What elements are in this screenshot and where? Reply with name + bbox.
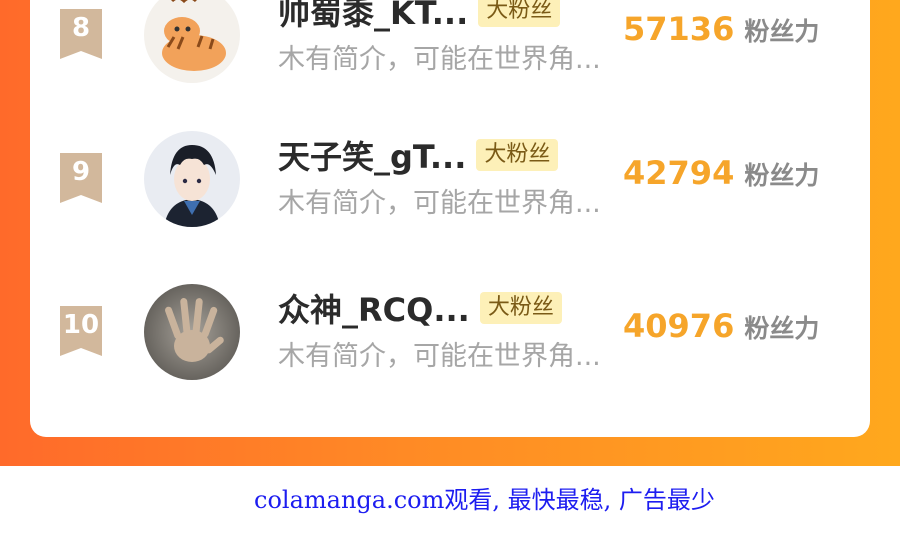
score-unit: 粉丝力 — [744, 17, 820, 46]
hand-photo-avatar-icon — [144, 284, 240, 380]
score-value: 40976 — [623, 307, 735, 345]
score-value: 42794 — [623, 154, 735, 192]
avatar[interactable] — [144, 284, 240, 380]
cartoon-tiger-avatar-icon — [144, 0, 240, 83]
rank-badge: 9 — [60, 153, 102, 203]
user-intro: 木有简介，可能在世界角... — [278, 188, 601, 219]
leaderboard-row[interactable]: 10 众神_RCQ... 大粉丝 木有简介，可能在世界角... 40976 粉丝… — [30, 281, 870, 381]
user-intro: 木有简介，可能在世界角... — [278, 44, 601, 75]
name-line: 众神_RCQ... 大粉丝 — [278, 285, 562, 331]
rank-number: 10 — [62, 310, 100, 340]
avatar[interactable] — [144, 131, 240, 227]
score-value: 57136 — [623, 10, 735, 48]
fan-level-badge: 大粉丝 — [478, 0, 561, 27]
watermark-text: colamanga.com观看, 最快最稳, 广告最少 — [254, 486, 715, 514]
score-unit: 粉丝力 — [744, 314, 820, 343]
user-name[interactable]: 天子笑_gT... — [278, 132, 466, 178]
fan-score: 40976 粉丝力 — [623, 307, 819, 345]
name-line: 天子笑_gT... 大粉丝 — [278, 132, 559, 178]
user-name[interactable]: 帅蜀黍_KT... — [278, 0, 468, 34]
user-name[interactable]: 众神_RCQ... — [278, 285, 470, 331]
rank-badge: 8 — [60, 9, 102, 59]
user-intro: 木有简介，可能在世界角... — [278, 341, 601, 372]
leaderboard-row[interactable]: 9 天子笑_gT... 大粉丝 木有简介，可能在世界角... 42794 粉丝力 — [30, 128, 870, 228]
fan-level-badge: 大粉丝 — [476, 139, 559, 171]
avatar[interactable] — [144, 0, 240, 83]
footer-banner: colamanga.com观看, 最快最稳, 广告最少 — [0, 466, 900, 536]
anime-boy-avatar-icon — [144, 131, 240, 227]
name-line: 帅蜀黍_KT... 大粉丝 — [278, 0, 561, 34]
screen: 8 帅蜀黍_KT... 大粉丝 木有简介，可能在世界角... 57136 粉丝力… — [0, 0, 900, 536]
fan-level-badge: 大粉丝 — [479, 292, 562, 324]
fan-score: 42794 粉丝力 — [623, 154, 819, 192]
rank-number: 9 — [71, 157, 91, 187]
leaderboard-card: 8 帅蜀黍_KT... 大粉丝 木有简介，可能在世界角... 57136 粉丝力… — [30, 0, 870, 437]
score-unit: 粉丝力 — [744, 161, 820, 190]
rank-number: 8 — [71, 13, 91, 43]
fan-score: 57136 粉丝力 — [623, 10, 819, 48]
leaderboard-row[interactable]: 8 帅蜀黍_KT... 大粉丝 木有简介，可能在世界角... 57136 粉丝力 — [30, 0, 870, 84]
rank-badge: 10 — [60, 306, 102, 356]
